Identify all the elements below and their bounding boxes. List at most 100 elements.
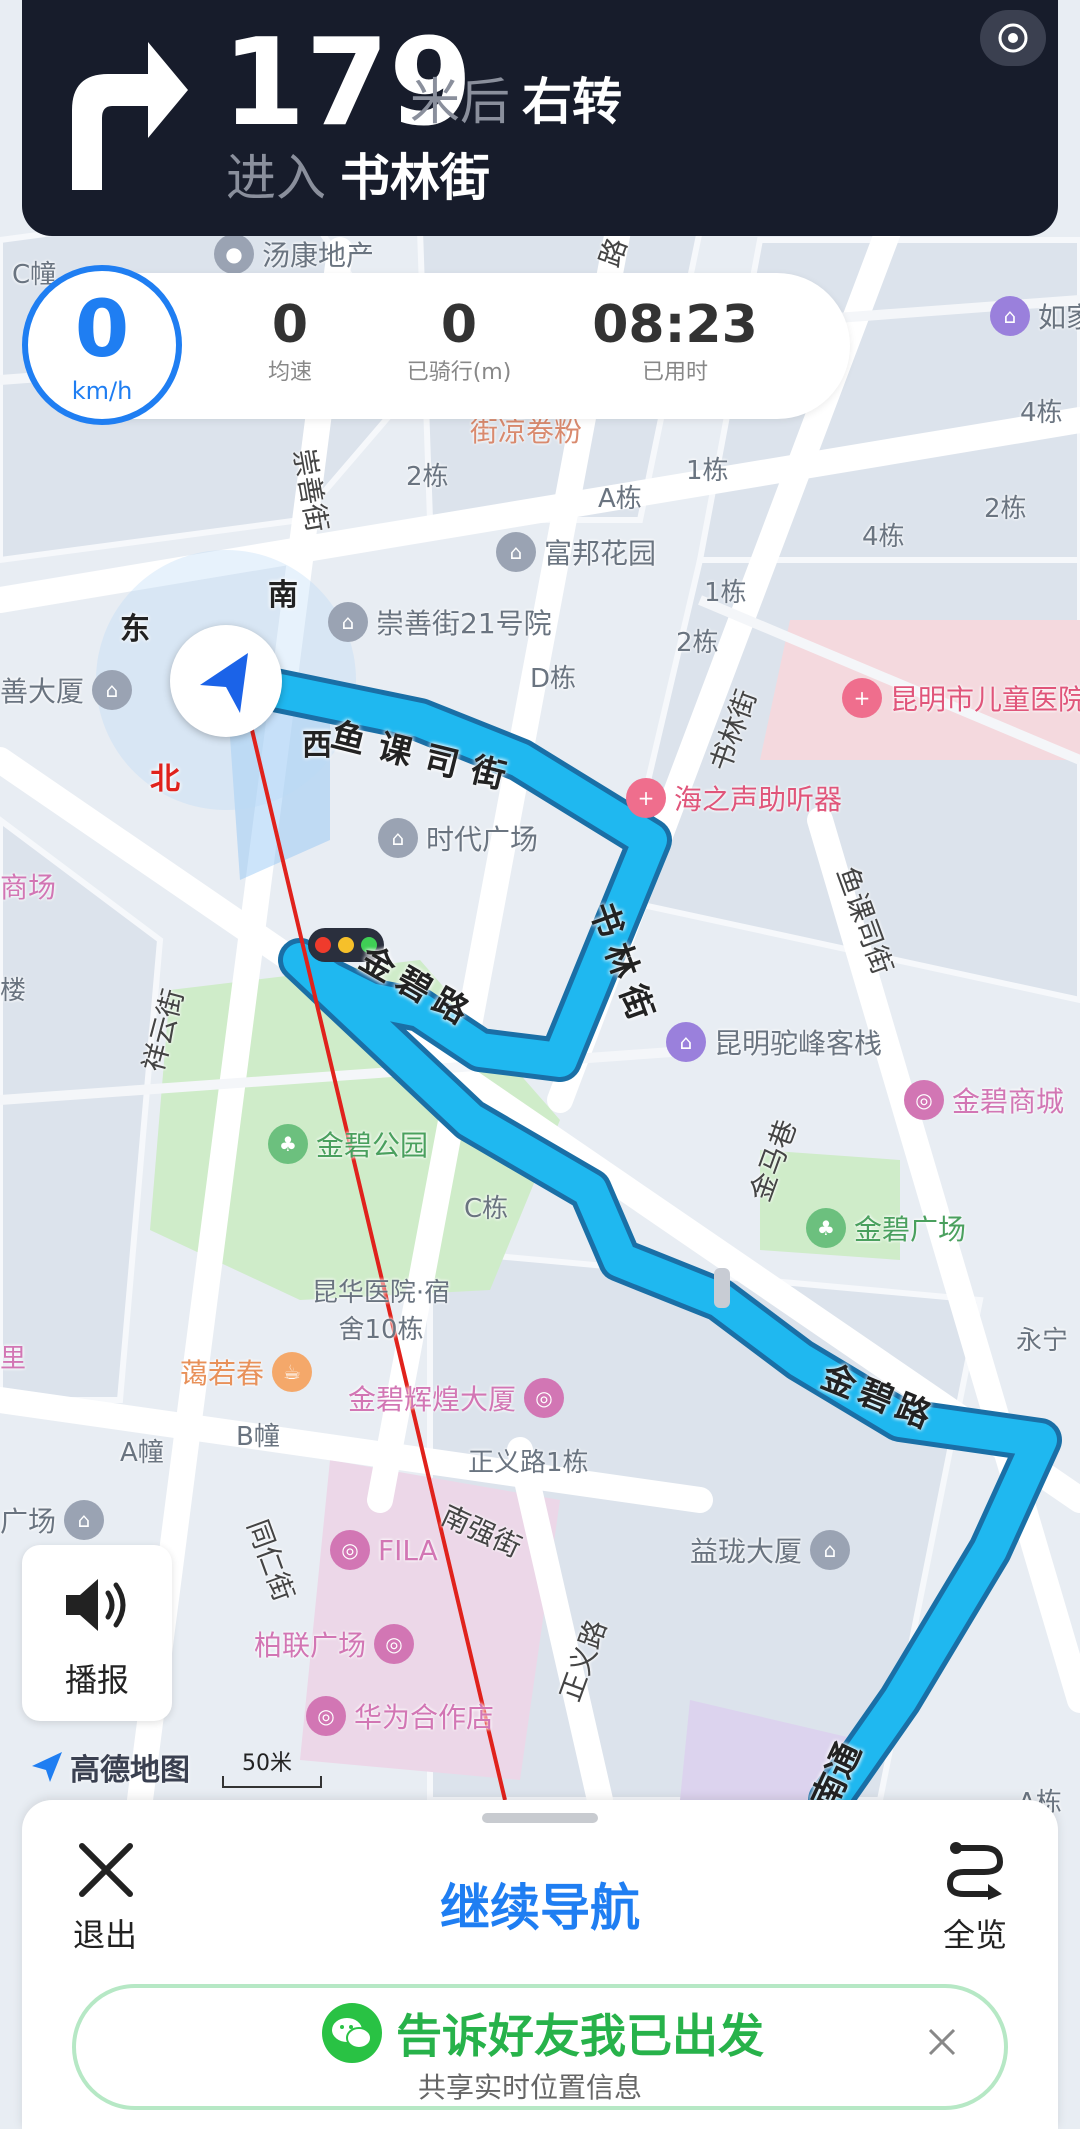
distance-ridden-label: 已骑行(m) — [406, 360, 512, 385]
poi-label: 金碧广场 — [854, 1213, 967, 1246]
close-icon — [79, 1843, 133, 1897]
overview-button[interactable]: 全览 — [930, 1832, 1020, 1962]
poi-label: 广场 — [0, 1505, 57, 1538]
voice-toggle-button[interactable] — [980, 10, 1046, 66]
compass-north: 北 — [150, 762, 180, 797]
poi-haizhisheng[interactable]: + 海之声助听器 — [626, 778, 842, 818]
poi-label: 昆明驼峰客栈 — [714, 1027, 883, 1060]
poi-children-hospital[interactable]: + 昆明市儿童医院 — [842, 678, 1080, 718]
overview-label: 全览 — [942, 1916, 1007, 1954]
poi-label: 商场 — [0, 871, 57, 904]
turn-action: 右转 — [522, 73, 622, 131]
avg-speed-label: 均速 — [267, 360, 312, 385]
overview-icon — [946, 1842, 1004, 1900]
poi-fila[interactable]: ◎ FILA — [330, 1530, 438, 1570]
elapsed-time-stat: 08:23 已用时 — [590, 295, 760, 391]
avg-speed-value: 0 — [271, 295, 309, 355]
poi-lou: 楼 — [0, 976, 27, 1006]
poi-chongshan21[interactable]: ⌂ 崇善街21号院 — [328, 602, 552, 642]
avg-speed-stat: 0 均速 — [250, 295, 330, 391]
voice-icon — [998, 23, 1028, 53]
poi-label: 时代广场 — [426, 823, 539, 856]
compass-south: 南 — [268, 578, 298, 613]
broadcast-button[interactable]: 播报 — [22, 1545, 172, 1721]
poi-ru[interactable]: ⌂如家 — [990, 296, 1080, 336]
brand-logo: 高德地图 — [30, 1745, 190, 1789]
poi-yongning: 永宁 — [1016, 1326, 1069, 1356]
poi-label: 柏联广场 — [254, 1629, 367, 1662]
building-label: 2栋 — [984, 494, 1027, 524]
wechat-icon — [322, 2003, 382, 2063]
poi-kunhua[interactable]: 昆华医院·宿舍10栋 — [306, 1272, 456, 1346]
poi-fubang[interactable]: ⌂ 富邦花园 — [496, 532, 656, 572]
speed-unit: km/h — [71, 377, 133, 405]
poi-huawei[interactable]: ◎ 华为合作店 — [306, 1696, 494, 1736]
elapsed-time-value: 08:23 — [592, 295, 758, 355]
current-speed: 0 — [74, 285, 130, 375]
speedometer: 0 km/h — [22, 265, 182, 425]
poi-shandasha[interactable]: 善大厦 ⌂ — [0, 670, 133, 710]
building-label: A栋 — [598, 484, 642, 514]
continue-navigation-button[interactable]: 继续导航 — [380, 1868, 700, 1940]
building-label: C栋 — [464, 1194, 509, 1224]
enter-prefix: 进入 — [226, 149, 326, 207]
poi-shidai[interactable]: ⌂ 时代广场 — [378, 818, 538, 858]
building-label: 4栋 — [1020, 398, 1063, 428]
share-subtitle: 共享实时位置信息 — [418, 2071, 643, 2104]
poi-zhengyi1: 正义路1栋 — [468, 1448, 589, 1478]
building-label: A幢 — [120, 1438, 164, 1468]
poi-label: 海之声助听器 — [674, 783, 843, 816]
building-label: B幢 — [236, 1422, 280, 1452]
poi-bailian[interactable]: 柏联广场 ◎ — [254, 1624, 415, 1664]
exit-label: 退出 — [72, 1916, 137, 1954]
poi-jinbi-park[interactable]: ♣ 金碧公园 — [268, 1124, 428, 1164]
poi-shangchang[interactable]: 商场 — [0, 866, 56, 906]
building-label: 4栋 — [862, 522, 905, 552]
sheet-drag-handle[interactable] — [482, 1813, 598, 1823]
building-label: 1栋 — [686, 456, 729, 486]
poi-jinbi-mall[interactable]: ◎ 金碧商城 — [904, 1080, 1064, 1120]
poi-li: 里 — [0, 1344, 27, 1374]
poi-label: FILA — [378, 1533, 438, 1567]
share-title: 告诉好友我已出发 — [396, 2009, 764, 2063]
close-icon — [928, 2028, 956, 2056]
elapsed-time-label: 已用时 — [641, 360, 708, 385]
poi-label: 善大厦 — [0, 675, 85, 708]
compass-east: 东 — [120, 612, 150, 647]
distance-ridden-value: 0 — [440, 295, 478, 355]
location-arrow-icon — [200, 653, 248, 713]
distance-ridden-stat: 0 已骑行(m) — [398, 295, 520, 391]
building-label: 2栋 — [406, 462, 449, 492]
brand-name: 高德地图 — [70, 1753, 190, 1788]
share-close-button[interactable] — [922, 2022, 962, 2062]
broadcast-label: 播报 — [64, 1661, 129, 1699]
building-label: 1栋 — [704, 578, 747, 608]
turn-right-icon — [72, 42, 188, 190]
location-arrow-icon — [32, 1752, 62, 1782]
current-location-puck — [170, 625, 282, 737]
poi-jinbi-square[interactable]: ♣ 金碧广场 — [806, 1208, 966, 1248]
exit-button[interactable]: 退出 — [60, 1832, 150, 1962]
scale-label: 50米 — [242, 1751, 292, 1776]
poi-label: 昆明市儿童医院 — [890, 683, 1080, 716]
distance-unit: 米后 — [410, 73, 510, 131]
poi-jinbi-huihuang[interactable]: 金碧辉煌大厦 ◎ — [348, 1378, 565, 1418]
poi-label: 华为合作店 — [354, 1701, 495, 1734]
next-street-name: 书林街 — [340, 149, 490, 207]
poi-tangkang[interactable]: ● 汤康地产 — [214, 234, 374, 274]
scale-bar — [222, 1776, 322, 1788]
poi-label: 富邦花园 — [544, 537, 657, 570]
poi-label: 崇善街21号院 — [376, 607, 552, 640]
poi-label: 金碧公园 — [316, 1129, 429, 1162]
poi-yilong[interactable]: 益珑大厦 ⌂ — [690, 1530, 851, 1570]
poi-label: 金碧辉煌大厦 — [348, 1383, 517, 1416]
poi-tuofeng[interactable]: ⌂ 昆明驼峰客栈 — [666, 1022, 882, 1062]
poi-label: 金碧商城 — [952, 1085, 1065, 1118]
speaker-icon — [66, 1579, 126, 1631]
poi-label: 蔼若春 — [180, 1357, 265, 1390]
poi-label: 如家 — [1038, 301, 1080, 334]
poi-label: 益珑大厦 — [690, 1535, 803, 1568]
building-label: D栋 — [530, 664, 577, 694]
poi-guangchang[interactable]: 广场 ⌂ — [0, 1500, 105, 1540]
poi-airuochun[interactable]: 蔼若春 ☕ — [180, 1352, 313, 1392]
